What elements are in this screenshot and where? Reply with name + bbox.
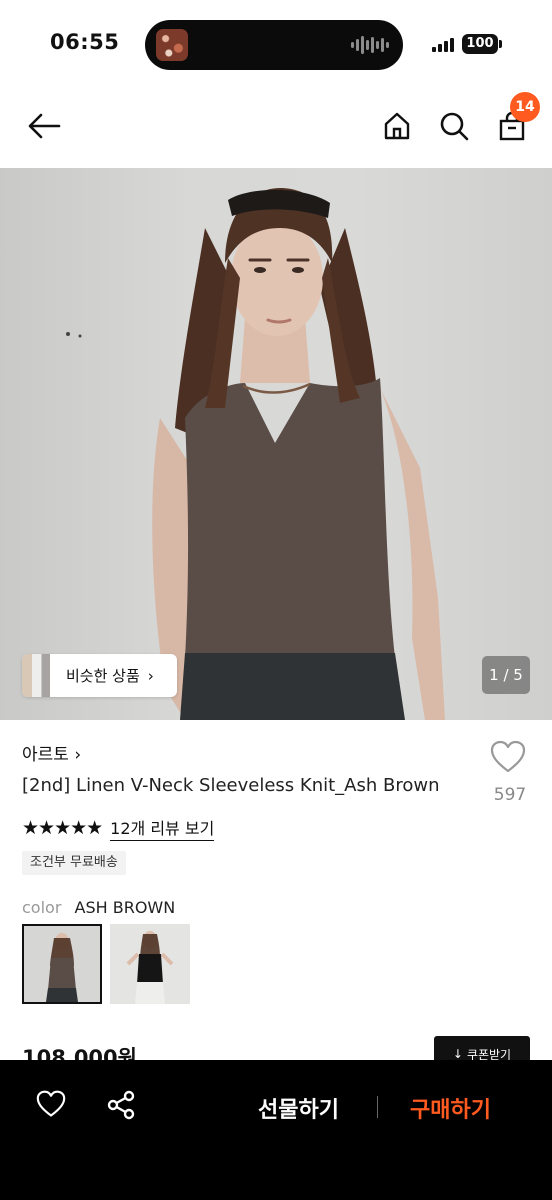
bottom-action-bar: 선물하기 구매하기 <box>0 1060 552 1200</box>
chevron-right-icon: › <box>147 666 154 685</box>
search-button[interactable] <box>434 106 474 146</box>
color-row: color ASH BROWN <box>22 898 175 917</box>
back-arrow-icon <box>28 113 61 139</box>
color-value: ASH BROWN <box>74 898 176 917</box>
cart-count-badge: 14 <box>510 92 540 122</box>
brand-link[interactable]: 아르토 › <box>22 740 81 765</box>
similar-products-button[interactable]: 비슷한 상품 › <box>22 654 177 697</box>
battery-tip <box>499 40 502 48</box>
dynamic-island <box>145 20 403 70</box>
swatch-photo <box>110 924 190 1004</box>
like-button[interactable] <box>490 740 530 780</box>
swatch-photo <box>24 926 100 1002</box>
search-icon <box>440 112 469 141</box>
rating-row: ★★★★★ 12개 리뷰 보기 <box>22 815 215 841</box>
image-counter: 1 / 5 <box>482 656 530 694</box>
download-arrow-icon: ↓ <box>452 1047 463 1061</box>
top-navigation <box>0 90 552 168</box>
product-photo <box>66 188 445 720</box>
wishlist-button[interactable] <box>36 1090 68 1122</box>
buy-button[interactable]: 구매하기 <box>410 1092 491 1124</box>
product-title: [2nd] Linen V-Neck Sleeveless Knit_Ash B… <box>22 775 440 796</box>
review-link[interactable]: 12개 리뷰 보기 <box>110 815 215 841</box>
divider <box>377 1096 378 1118</box>
color-label: color <box>22 898 62 917</box>
gift-button[interactable]: 선물하기 <box>258 1092 339 1124</box>
chevron-right-icon: › <box>74 745 82 765</box>
cellular-signal-icon <box>432 36 454 52</box>
battery-indicator: 100 <box>462 34 498 54</box>
heart-icon <box>36 1090 66 1117</box>
now-playing-artwork <box>156 29 188 61</box>
rating-stars: ★★★★★ <box>22 817 103 839</box>
similar-products-label: 비슷한 상품 <box>66 667 140 685</box>
audio-waveform-icon <box>351 35 389 55</box>
home-button[interactable] <box>377 106 417 146</box>
share-icon <box>107 1090 135 1120</box>
status-bar: 06:55 100 <box>0 0 552 90</box>
shipping-badge: 조건부 무료배송 <box>22 851 126 875</box>
product-image-gallery[interactable] <box>0 168 552 720</box>
brand-name: 아르토 <box>22 745 69 765</box>
color-swatch-black[interactable] <box>110 924 190 1004</box>
heart-icon <box>490 740 526 773</box>
color-swatch-ash-brown[interactable] <box>22 924 102 1004</box>
status-time: 06:55 <box>50 30 120 54</box>
back-button[interactable] <box>24 106 64 146</box>
similar-products-thumbnail <box>22 654 50 697</box>
share-button[interactable] <box>106 1090 138 1122</box>
like-count: 597 <box>493 785 527 805</box>
home-icon <box>384 112 410 140</box>
